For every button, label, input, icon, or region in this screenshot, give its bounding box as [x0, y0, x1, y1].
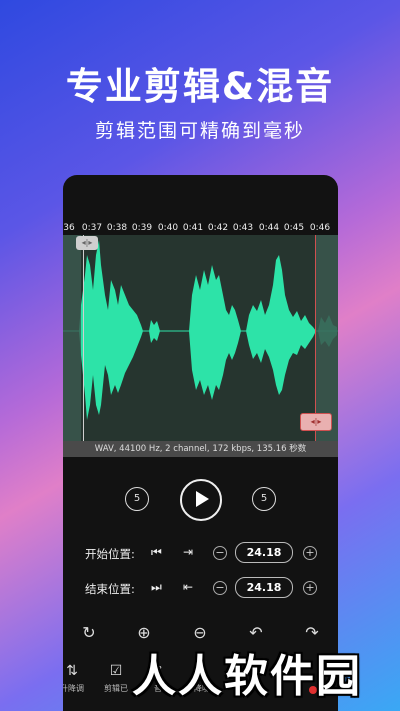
start-marker-line	[83, 235, 84, 441]
timeline-tick: 0:45	[283, 223, 305, 233]
start-minus-button[interactable]: −	[213, 546, 227, 560]
end-minus-button[interactable]: −	[213, 581, 227, 595]
end-handle[interactable]: ◂|▸	[300, 413, 332, 431]
promo-title: 专业剪辑&混音	[65, 65, 335, 108]
left-unselected-region	[63, 235, 81, 441]
go-to-end-icon[interactable]: ⏭	[151, 580, 162, 595]
timeline-tick: 0:40	[157, 223, 179, 233]
watermark: 人人软件园	[132, 651, 362, 702]
forward-5-label: 5	[260, 493, 268, 504]
end-plus-button[interactable]: +	[303, 581, 317, 595]
rewind-5-label: 5	[133, 493, 141, 504]
promo-subtitle: 剪辑范围可精确到毫秒	[94, 120, 305, 142]
timeline-tick: 0:37	[81, 223, 103, 233]
end-marker-line	[315, 235, 316, 441]
go-to-start-icon[interactable]: ⏮	[151, 545, 162, 560]
nav-pitch[interactable]: ⇅ 升降调	[63, 663, 87, 694]
set-end-icon[interactable]: ⇤	[183, 580, 193, 594]
nav-trim-label: 剪辑已	[104, 684, 128, 693]
timeline-tick: 0:39	[131, 223, 153, 233]
checkbox-icon: ☑	[109, 663, 123, 679]
end-position-label: 结束位置:	[85, 582, 135, 596]
pitch-icon: ⇅	[66, 663, 78, 679]
play-button[interactable]	[180, 479, 222, 521]
timeline-tick: 36	[63, 223, 75, 233]
start-position-field[interactable]: 24.18	[235, 542, 293, 563]
timeline-tick: 0:38	[106, 223, 128, 233]
timeline-tick: 0:43	[232, 223, 254, 233]
timeline-tick: 0:44	[258, 223, 280, 233]
waveform[interactable]	[63, 235, 338, 441]
transport-controls: 5 5	[63, 479, 338, 523]
start-position-row: 开始位置: ⏮ ⇥ − 24.18 +	[63, 542, 338, 564]
start-plus-button[interactable]: +	[303, 546, 317, 560]
timeline-ruler: 36 0:37 0:38 0:39 0:40 0:41 0:42 0:43 0:…	[63, 219, 338, 235]
set-start-icon[interactable]: ⇥	[183, 545, 193, 559]
nav-trim[interactable]: ☑ 剪辑已	[101, 663, 131, 694]
timeline-tick: 0:46	[309, 223, 331, 233]
right-unselected-region	[315, 235, 338, 441]
phone-screen: 36 0:37 0:38 0:39 0:40 0:41 0:42 0:43 0:…	[63, 175, 338, 711]
waveform-graphic	[63, 240, 338, 420]
forward-5-button[interactable]: 5	[252, 487, 276, 511]
nav-pitch-label: 升降调	[63, 684, 84, 693]
timeline-tick: 0:41	[182, 223, 204, 233]
refresh-icon[interactable]: ↻	[82, 623, 95, 642]
end-position-field[interactable]: 24.18	[235, 577, 293, 598]
audio-info: WAV, 44100 Hz, 2 channel, 172 kbps, 135.…	[63, 441, 338, 457]
start-handle[interactable]: ◂|▸	[76, 236, 98, 250]
rewind-5-button[interactable]: 5	[125, 487, 149, 511]
timeline-tick: 0:42	[207, 223, 229, 233]
end-position-row: 结束位置: ⏭ ⇤ − 24.18 +	[63, 577, 338, 599]
start-position-label: 开始位置:	[85, 547, 135, 561]
